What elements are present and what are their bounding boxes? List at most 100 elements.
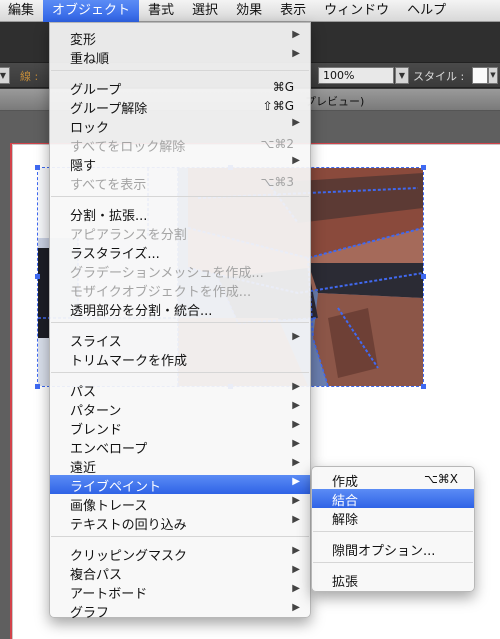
menu-item[interactable]: グループ解除 ⇧⌘G bbox=[50, 97, 310, 117]
submenu-arrow-icon: ▶ bbox=[292, 583, 300, 594]
submenu-arrow-icon: ▶ bbox=[292, 48, 300, 59]
selection-handle[interactable] bbox=[421, 384, 426, 389]
menu-item[interactable]: 隠す ▶ bbox=[50, 154, 310, 174]
submenu-item[interactable]: 作成 ⌥⌘X bbox=[312, 470, 474, 490]
submenu-arrow-icon: ▶ bbox=[292, 545, 300, 556]
object-menu: 変形 ▶ 重ね順 ▶ グループ ⌘G グループ解除 ⇧⌘G ロック ▶ すべてをロック解除 ⌥⌘2 隠す… bbox=[49, 22, 311, 621]
selection-handle[interactable] bbox=[35, 165, 40, 170]
submenu-item[interactable]: 隙間オプション... bbox=[312, 539, 474, 559]
submenu-arrow-icon: ▶ bbox=[292, 438, 300, 449]
menu-separator bbox=[313, 562, 473, 563]
menu-item[interactable]: 重ね順 ▶ bbox=[50, 47, 310, 67]
submenu-arrow-icon: ▶ bbox=[292, 419, 300, 430]
menu-item-label: 複合パス bbox=[70, 568, 123, 583]
submenu-arrow-icon: ▶ bbox=[292, 457, 300, 468]
menu-item-label: 遠近 bbox=[70, 461, 97, 476]
menu-item[interactable]: 分割・拡張... bbox=[50, 204, 310, 224]
menu-item-shortcut: ⌥⌘3 bbox=[260, 175, 294, 189]
menu-separator bbox=[51, 70, 309, 71]
menu-separator bbox=[51, 322, 309, 323]
menu-type[interactable]: 書式 bbox=[139, 0, 183, 22]
opacity-field[interactable]: 100% bbox=[318, 67, 394, 84]
submenu-item-label: 解除 bbox=[332, 513, 359, 528]
menu-item[interactable]: グループ ⌘G bbox=[50, 78, 310, 98]
selection-handle[interactable] bbox=[35, 384, 40, 389]
menu-item[interactable]: スライス ▶ bbox=[50, 330, 310, 350]
menu-item-label: 透明部分を分割・統合... bbox=[70, 304, 213, 319]
menu-effect[interactable]: 効果 bbox=[227, 0, 271, 22]
menu-item: モザイクオブジェクトを作成... bbox=[50, 280, 310, 300]
menu-item-label: グループ解除 bbox=[70, 102, 148, 117]
menu-item-shortcut: ⌥⌘2 bbox=[260, 137, 294, 151]
menu-select[interactable]: 選択 bbox=[183, 0, 227, 22]
menu-item-label: アピアランスを分割 bbox=[70, 228, 187, 243]
submenu-item[interactable]: 解除 bbox=[312, 508, 474, 528]
menu-item-label: 分割・拡張... bbox=[70, 209, 148, 224]
menu-separator bbox=[313, 531, 473, 532]
menu-separator bbox=[51, 536, 309, 537]
menu-item[interactable]: クリッピングマスク ▶ bbox=[50, 544, 310, 564]
menu-window[interactable]: ウィンドウ bbox=[315, 0, 398, 22]
submenu-arrow-icon: ▶ bbox=[292, 495, 300, 506]
menu-item[interactable]: トリムマークを作成 bbox=[50, 349, 310, 369]
dropdown-arrow-icon[interactable]: ▼ bbox=[0, 67, 10, 84]
menu-item-label: グループ bbox=[70, 83, 122, 98]
stroke-label: 線 : bbox=[20, 70, 39, 83]
submenu-arrow-icon: ▶ bbox=[292, 602, 300, 613]
menu-item[interactable]: テキストの回り込み ▶ bbox=[50, 513, 310, 533]
menu-item[interactable]: エンベロープ ▶ bbox=[50, 437, 310, 457]
menu-edit[interactable]: 編集 bbox=[0, 0, 43, 22]
menu-item-label: 画像トレース bbox=[70, 499, 148, 514]
menu-item[interactable]: 複合パス ▶ bbox=[50, 563, 310, 583]
submenu-arrow-icon: ▶ bbox=[292, 381, 300, 392]
menu-item[interactable]: グラフ ▶ bbox=[50, 601, 310, 621]
menu-item[interactable]: ラスタライズ... bbox=[50, 242, 310, 262]
menu-item-label: トリムマークを作成 bbox=[70, 354, 188, 369]
selection-handle[interactable] bbox=[421, 165, 426, 170]
document-title: プレビュー) bbox=[305, 95, 365, 108]
submenu-item-label: 拡張 bbox=[332, 575, 359, 590]
menu-item-label: ライブペイント bbox=[70, 480, 162, 495]
menu-item[interactable]: パス ▶ bbox=[50, 380, 310, 400]
menu-item: グラデーションメッシュを作成... bbox=[50, 261, 310, 281]
menu-item-label: ブレンド bbox=[70, 423, 123, 438]
menu-item[interactable]: ブレンド ▶ bbox=[50, 418, 310, 438]
menu-item-label: 変形 bbox=[70, 33, 97, 48]
menu-item[interactable]: ロック ▶ bbox=[50, 116, 310, 136]
menu-item[interactable]: パターン ▶ bbox=[50, 399, 310, 419]
menu-item: すべてをロック解除 ⌥⌘2 bbox=[50, 135, 310, 155]
menu-item[interactable]: 画像トレース ▶ bbox=[50, 494, 310, 514]
submenu-item-label: 隙間オプション... bbox=[332, 544, 436, 559]
menu-object[interactable]: オブジェクト bbox=[43, 0, 140, 22]
menu-bar: 編集 オブジェクト 書式 選択 効果 表示 ウィンドウ ヘルプ bbox=[0, 0, 500, 22]
menu-item-label: テキストの回り込み bbox=[70, 518, 187, 533]
submenu-arrow-icon: ▶ bbox=[292, 564, 300, 575]
menu-item[interactable]: 遠近 ▶ bbox=[50, 456, 310, 476]
menu-item-label: すべてを表示 bbox=[70, 178, 147, 193]
dropdown-arrow-icon[interactable]: ▼ bbox=[488, 67, 498, 84]
menu-item-label: パス bbox=[70, 385, 97, 400]
menu-item-label: ロック bbox=[70, 121, 110, 136]
dropdown-arrow-icon[interactable]: ▼ bbox=[395, 67, 409, 84]
style-swatch[interactable] bbox=[472, 67, 488, 84]
menu-item[interactable]: 変形 ▶ bbox=[50, 28, 310, 48]
submenu-item[interactable]: 拡張 bbox=[312, 570, 474, 590]
menu-separator bbox=[51, 196, 309, 197]
submenu-item[interactable]: 結合 bbox=[312, 489, 474, 509]
selection-handle[interactable] bbox=[421, 274, 426, 279]
menu-item-label: クリッピングマスク bbox=[70, 549, 188, 564]
submenu-arrow-icon: ▶ bbox=[292, 400, 300, 411]
submenu-arrow-icon: ▶ bbox=[292, 514, 300, 525]
menu-item-label: すべてをロック解除 bbox=[70, 140, 186, 155]
menu-item-shortcut: ⌘G bbox=[272, 80, 294, 94]
livepaint-submenu: 作成 ⌥⌘X 結合解除隙間オプション... 拡張 bbox=[311, 466, 475, 592]
menu-item-label: モザイクオブジェクトを作成... bbox=[70, 285, 252, 300]
menu-item-label: 隠す bbox=[70, 159, 97, 174]
menu-item[interactable]: アートボード ▶ bbox=[50, 582, 310, 602]
menu-view[interactable]: 表示 bbox=[271, 0, 315, 22]
menu-item[interactable]: 透明部分を分割・統合... bbox=[50, 299, 310, 319]
menu-help[interactable]: ヘルプ bbox=[398, 0, 455, 22]
menu-item-label: ラスタライズ... bbox=[70, 247, 160, 262]
selection-handle[interactable] bbox=[35, 274, 40, 279]
menu-item-livepaint[interactable]: ライブペイント ▶ bbox=[50, 475, 310, 495]
